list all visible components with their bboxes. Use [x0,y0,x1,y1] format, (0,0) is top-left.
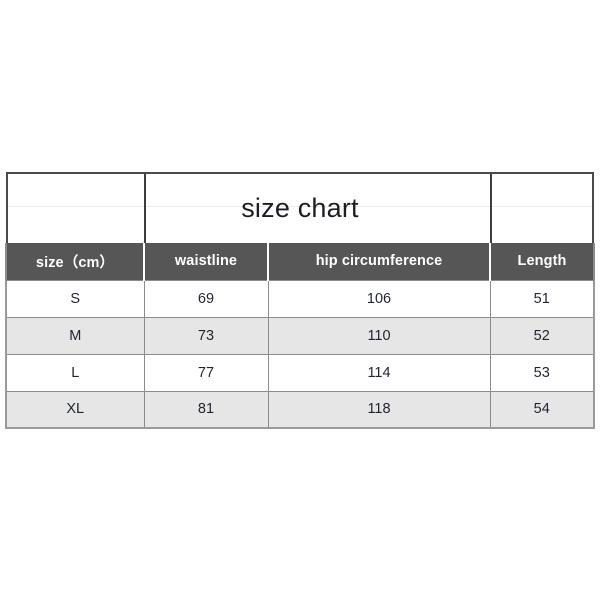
table-row: XL 81 118 54 [5,390,595,429]
cell-length: 54 [489,390,595,429]
cell-hip-circumference: 106 [267,279,491,318]
cell-hip-circumference: 114 [267,353,491,392]
page-title: size chart [241,192,359,223]
size-chart-table: size chart size（cm） waistline hip circum… [5,172,595,429]
cell-waistline: 73 [143,316,269,355]
table-row: M 73 110 52 [5,316,595,355]
title-row: size chart [6,172,594,243]
column-header-length: Length [489,243,595,280]
cell-hip-circumference: 110 [267,316,491,355]
cell-size: M [5,316,145,355]
cell-length: 51 [489,279,595,318]
table-row: S 69 106 51 [5,279,595,318]
title-cell: size chart [6,172,594,243]
table-body: S 69 106 51 M 73 110 52 L 77 114 53 XL 8… [5,279,595,429]
header-row: size（cm） waistline hip circumference Len… [5,243,595,280]
cell-size: L [5,353,145,392]
column-header-hip-circumference: hip circumference [267,243,491,280]
cell-hip-circumference: 118 [267,390,491,429]
cell-waistline: 77 [143,353,269,392]
table-row: L 77 114 53 [5,353,595,392]
cell-length: 53 [489,353,595,392]
cell-size: XL [5,390,145,429]
cell-length: 52 [489,316,595,355]
size-chart-page: size chart size（cm） waistline hip circum… [0,0,600,600]
cell-waistline: 81 [143,390,269,429]
cell-size: S [5,279,145,318]
column-header-waistline: waistline [143,243,269,280]
table-head: size chart size（cm） waistline hip circum… [5,172,595,280]
column-header-size: size（cm） [5,243,145,280]
title-band: size chart [6,172,594,243]
cell-waistline: 69 [143,279,269,318]
